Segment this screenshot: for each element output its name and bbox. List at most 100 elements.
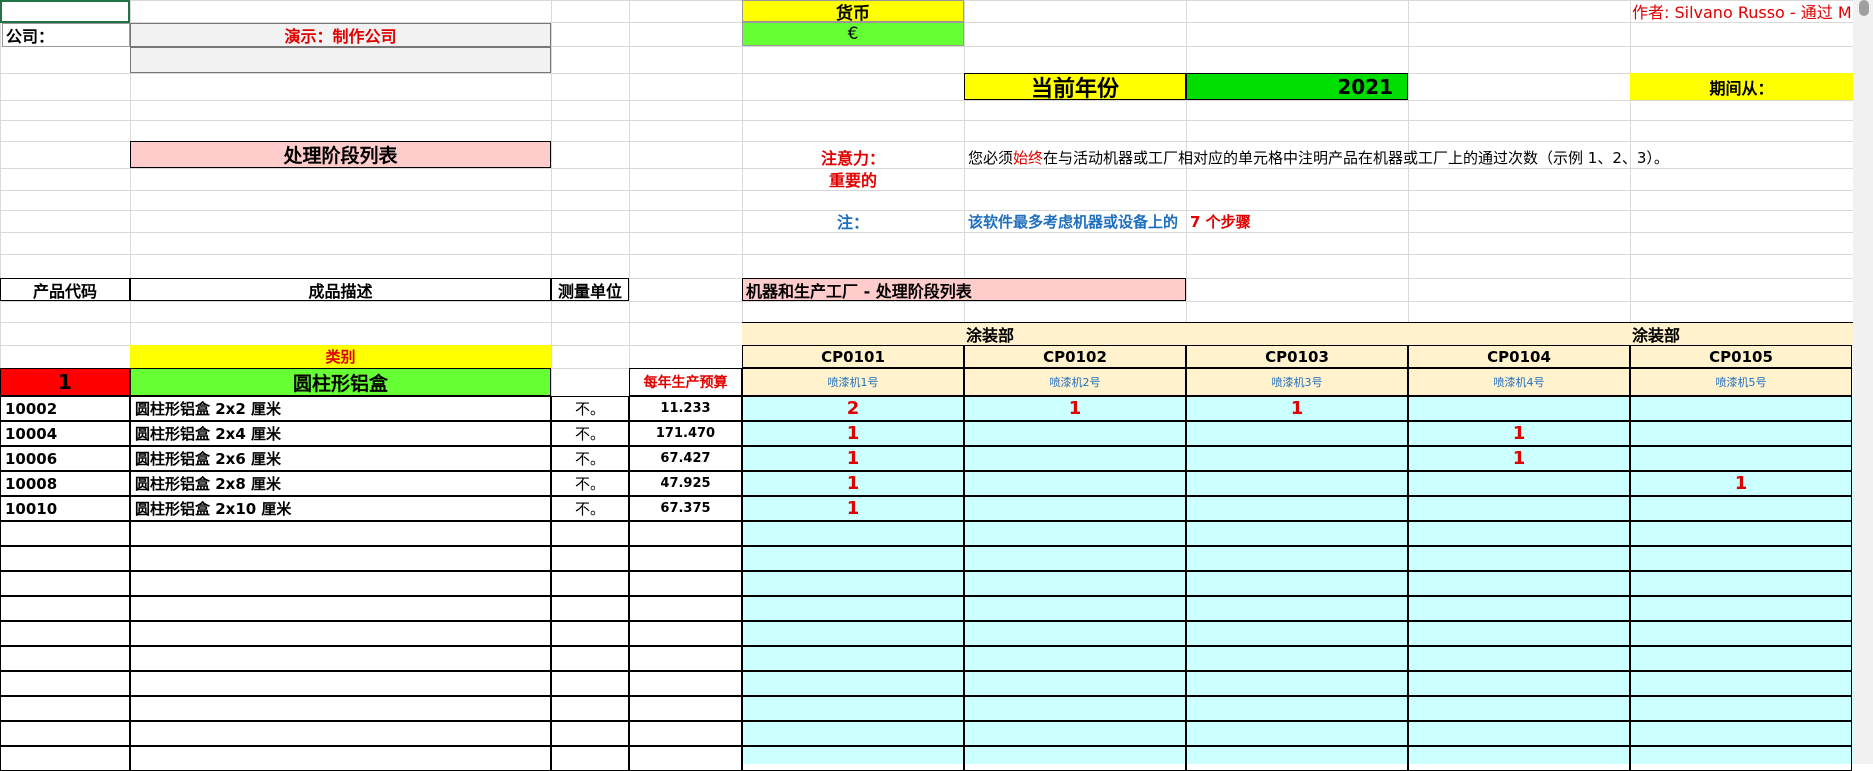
machine-pass-cell[interactable] [1186,646,1408,671]
product-code[interactable]: 10002 [0,396,130,421]
machine-pass-cell[interactable] [1408,746,1630,771]
product-desc[interactable] [130,721,551,746]
product-desc[interactable]: 圆柱形铝盒 2x2 厘米 [130,396,551,421]
product-desc[interactable] [130,521,551,546]
machine-pass-cell[interactable] [742,621,964,646]
machine-pass-cell[interactable] [1408,596,1630,621]
machine-pass-cell[interactable] [1408,521,1630,546]
machine-pass-cell[interactable] [1186,596,1408,621]
product-unit[interactable] [551,571,629,596]
machine-pass-cell[interactable]: 1 [742,496,964,521]
machine-pass-cell[interactable] [964,596,1186,621]
machine-pass-cell[interactable] [1186,671,1408,696]
machine-pass-cell[interactable] [1408,496,1630,521]
machine-pass-cell[interactable]: 1 [1186,396,1408,421]
product-budget[interactable] [629,571,742,596]
product-desc[interactable]: 圆柱形铝盒 2x10 厘米 [130,496,551,521]
product-budget[interactable] [629,696,742,721]
product-desc[interactable] [130,671,551,696]
machine-pass-cell[interactable] [1408,721,1630,746]
machine-pass-cell[interactable] [1630,546,1852,571]
machine-pass-cell[interactable]: 1 [1408,421,1630,446]
product-code[interactable] [0,621,130,646]
product-desc[interactable]: 圆柱形铝盒 2x8 厘米 [130,471,551,496]
machine-pass-cell[interactable] [1408,471,1630,496]
company-value[interactable]: 演示：制作公司 [130,23,551,47]
machine-pass-cell[interactable] [742,671,964,696]
machine-pass-cell[interactable]: 1 [964,396,1186,421]
machine-pass-cell[interactable] [964,671,1186,696]
product-budget[interactable] [629,546,742,571]
machine-pass-cell[interactable] [1630,696,1852,721]
product-desc[interactable] [130,646,551,671]
product-code[interactable] [0,596,130,621]
product-budget[interactable]: 47.925 [629,471,742,496]
product-code[interactable]: 10004 [0,421,130,446]
machine-pass-cell[interactable] [1630,421,1852,446]
product-budget[interactable] [629,521,742,546]
machine-pass-cell[interactable] [1408,546,1630,571]
machine-pass-cell[interactable] [964,521,1186,546]
product-desc[interactable]: 圆柱形铝盒 2x6 厘米 [130,446,551,471]
machine-pass-cell[interactable]: 1 [742,421,964,446]
machine-pass-cell[interactable] [1630,671,1852,696]
machine-pass-cell[interactable] [1408,621,1630,646]
machine-pass-cell[interactable] [964,471,1186,496]
machine-pass-cell[interactable] [1408,696,1630,721]
product-code[interactable] [0,646,130,671]
product-desc[interactable] [130,696,551,721]
product-budget[interactable] [629,746,742,771]
machine-pass-cell[interactable] [1408,671,1630,696]
machine-pass-cell[interactable] [964,496,1186,521]
machine-pass-cell[interactable] [964,621,1186,646]
category-name[interactable]: 圆柱形铝盒 [130,368,551,396]
product-code[interactable] [0,671,130,696]
machine-pass-cell[interactable] [964,696,1186,721]
machine-pass-cell[interactable] [964,546,1186,571]
machine-pass-cell[interactable] [1186,446,1408,471]
product-desc[interactable] [130,546,551,571]
scrollbar-thumb[interactable] [1859,0,1869,16]
product-code[interactable] [0,521,130,546]
machine-pass-cell[interactable] [964,446,1186,471]
machine-pass-cell[interactable] [1630,446,1852,471]
vertical-scrollbar[interactable] [1853,0,1873,764]
machine-pass-cell[interactable] [1408,571,1630,596]
product-desc[interactable]: 圆柱形铝盒 2x4 厘米 [130,421,551,446]
product-budget[interactable] [629,671,742,696]
machine-pass-cell[interactable] [964,746,1186,771]
machine-pass-cell[interactable] [1186,421,1408,446]
product-desc[interactable] [130,621,551,646]
machine-pass-cell[interactable] [742,596,964,621]
product-code[interactable] [0,746,130,771]
machine-pass-cell[interactable] [1630,746,1852,771]
product-budget[interactable] [629,721,742,746]
category-number[interactable]: 1 [0,368,130,396]
machine-pass-cell[interactable] [1186,696,1408,721]
product-code[interactable]: 10010 [0,496,130,521]
machine-pass-cell[interactable] [1630,596,1852,621]
product-budget[interactable] [629,621,742,646]
product-budget[interactable]: 67.375 [629,496,742,521]
product-unit[interactable] [551,671,629,696]
product-budget[interactable]: 67.427 [629,446,742,471]
product-unit[interactable] [551,696,629,721]
machine-pass-cell[interactable] [1186,471,1408,496]
product-budget[interactable]: 11.233 [629,396,742,421]
machine-pass-cell[interactable] [964,721,1186,746]
machine-pass-cell[interactable] [1630,621,1852,646]
product-unit[interactable] [551,596,629,621]
machine-pass-cell[interactable] [742,696,964,721]
product-desc[interactable] [130,571,551,596]
machine-pass-cell[interactable] [1186,521,1408,546]
machine-pass-cell[interactable]: 2 [742,396,964,421]
machine-pass-cell[interactable] [742,746,964,771]
product-desc[interactable] [130,746,551,771]
machine-pass-cell[interactable] [742,721,964,746]
product-code[interactable] [0,696,130,721]
machine-pass-cell[interactable] [1408,646,1630,671]
machine-pass-cell[interactable] [742,646,964,671]
machine-pass-cell[interactable] [1186,546,1408,571]
product-budget[interactable]: 171.470 [629,421,742,446]
machine-pass-cell[interactable] [742,521,964,546]
